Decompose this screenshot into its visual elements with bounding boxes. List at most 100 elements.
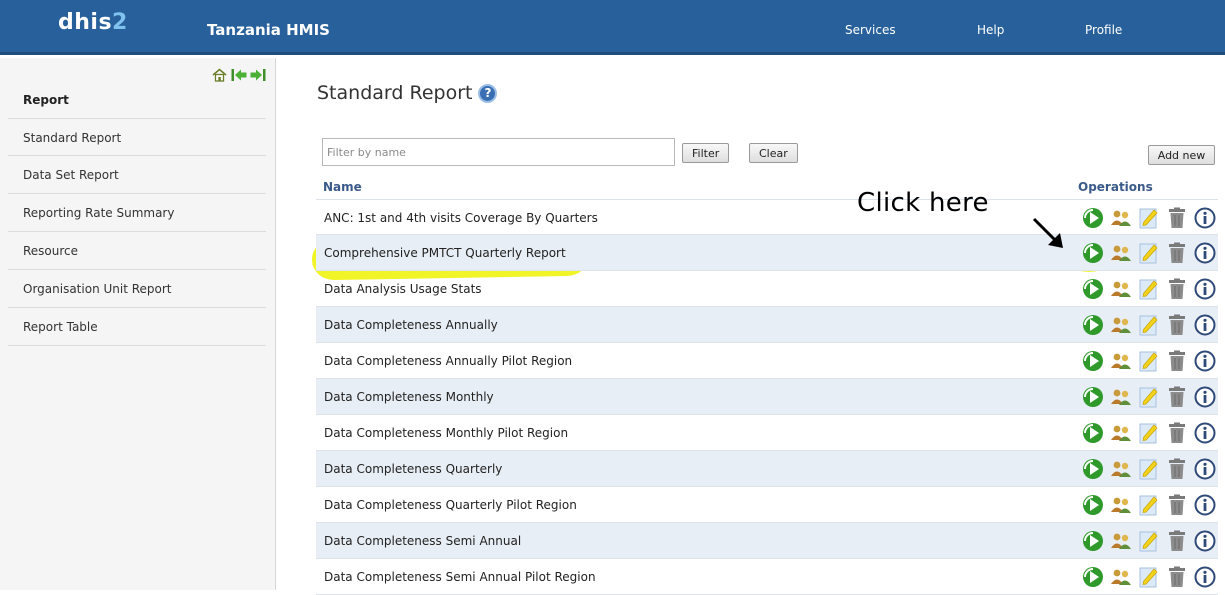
edit-icon[interactable] <box>1137 530 1160 553</box>
row-operations <box>1081 206 1216 230</box>
delete-icon[interactable] <box>1165 494 1188 517</box>
menu-help[interactable]: Help <box>977 23 1004 37</box>
report-name[interactable]: Data Analysis Usage Stats <box>324 271 482 307</box>
info-icon[interactable] <box>1193 494 1216 517</box>
filter-button[interactable]: Filter <box>682 143 730 163</box>
sidebar-nav-icons <box>211 67 266 83</box>
info-icon[interactable] <box>1193 458 1216 481</box>
delete-icon[interactable] <box>1165 386 1188 409</box>
sharing-icon[interactable] <box>1109 530 1132 553</box>
run-report-icon[interactable] <box>1081 386 1104 409</box>
info-icon[interactable] <box>1193 386 1216 409</box>
add-new-button[interactable]: Add new <box>1148 145 1215 165</box>
delete-icon[interactable] <box>1165 422 1188 445</box>
table-row[interactable]: Data Analysis Usage Stats <box>316 271 1218 307</box>
edit-icon[interactable] <box>1137 422 1160 445</box>
report-name[interactable]: Data Completeness Monthly Pilot Region <box>324 415 568 451</box>
delete-icon[interactable] <box>1165 350 1188 373</box>
sharing-icon[interactable] <box>1109 314 1132 337</box>
table-row[interactable]: Comprehensive PMTCT Quarterly Report <box>316 235 1218 271</box>
run-report-icon[interactable] <box>1081 422 1104 445</box>
sharing-icon[interactable] <box>1109 422 1132 445</box>
info-icon[interactable] <box>1193 566 1216 589</box>
report-name[interactable]: Data Completeness Quarterly Pilot Region <box>324 487 577 523</box>
delete-icon[interactable] <box>1165 458 1188 481</box>
report-name[interactable]: Data Completeness Quarterly <box>324 451 502 487</box>
sidebar-item-organisation-unit-report[interactable]: Organisation Unit Report <box>8 270 266 308</box>
report-name[interactable]: Comprehensive PMTCT Quarterly Report <box>324 235 566 271</box>
filter-by-name-input[interactable] <box>322 138 675 166</box>
run-report-icon[interactable] <box>1081 458 1104 481</box>
info-icon[interactable] <box>1193 278 1216 301</box>
row-operations <box>1081 385 1216 409</box>
sharing-icon[interactable] <box>1109 494 1132 517</box>
info-icon[interactable] <box>1193 207 1216 230</box>
run-report-icon[interactable] <box>1081 314 1104 337</box>
sidebar-item-report-table[interactable]: Report Table <box>8 308 266 346</box>
report-name[interactable]: Data Completeness Annually Pilot Region <box>324 343 572 379</box>
run-report-icon[interactable] <box>1081 566 1104 589</box>
info-icon[interactable] <box>1193 350 1216 373</box>
table-row[interactable]: Data Completeness Annually Pilot Region <box>316 343 1218 379</box>
edit-icon[interactable] <box>1137 386 1160 409</box>
sidebar-menu: Standard Report Data Set Report Reportin… <box>8 118 266 346</box>
dhis2-logo[interactable]: dhis2 <box>58 10 128 35</box>
edit-icon[interactable] <box>1137 494 1160 517</box>
sharing-icon[interactable] <box>1109 386 1132 409</box>
info-icon[interactable] <box>1193 242 1216 265</box>
table-row[interactable]: Data Completeness Quarterly <box>316 451 1218 487</box>
run-report-icon[interactable] <box>1081 207 1104 230</box>
edit-icon[interactable] <box>1137 207 1160 230</box>
report-name[interactable]: ANC: 1st and 4th visits Coverage By Quar… <box>324 200 598 236</box>
home-icon[interactable] <box>211 67 228 83</box>
sidebar-item-data-set-report[interactable]: Data Set Report <box>8 156 266 194</box>
sidebar-item-standard-report[interactable]: Standard Report <box>8 118 266 156</box>
annotation-arrow-icon <box>1032 217 1063 248</box>
sharing-icon[interactable] <box>1109 458 1132 481</box>
sidebar-item-resource[interactable]: Resource <box>8 232 266 270</box>
run-report-icon[interactable] <box>1081 350 1104 373</box>
info-icon[interactable] <box>1193 530 1216 553</box>
app-title: Tanzania HMIS <box>207 21 330 39</box>
clear-button[interactable]: Clear <box>749 143 798 163</box>
row-operations <box>1081 421 1216 445</box>
menu-services[interactable]: Services <box>845 23 896 37</box>
report-name[interactable]: Data Completeness Semi Annual <box>324 523 521 559</box>
sidebar-item-reporting-rate-summary[interactable]: Reporting Rate Summary <box>8 194 266 232</box>
forward-arrow-icon[interactable] <box>249 67 266 83</box>
delete-icon[interactable] <box>1165 314 1188 337</box>
sharing-icon[interactable] <box>1109 207 1132 230</box>
edit-icon[interactable] <box>1137 242 1160 265</box>
help-icon[interactable]: ? <box>478 83 498 103</box>
delete-icon[interactable] <box>1165 207 1188 230</box>
edit-icon[interactable] <box>1137 314 1160 337</box>
info-icon[interactable] <box>1193 422 1216 445</box>
table-row[interactable]: Data Completeness Quarterly Pilot Region <box>316 487 1218 523</box>
report-name[interactable]: Data Completeness Monthly <box>324 379 494 415</box>
run-report-icon[interactable] <box>1081 494 1104 517</box>
sharing-icon[interactable] <box>1109 350 1132 373</box>
info-icon[interactable] <box>1193 314 1216 337</box>
delete-icon[interactable] <box>1165 566 1188 589</box>
delete-icon[interactable] <box>1165 242 1188 265</box>
edit-icon[interactable] <box>1137 566 1160 589</box>
delete-icon[interactable] <box>1165 278 1188 301</box>
edit-icon[interactable] <box>1137 278 1160 301</box>
sharing-icon[interactable] <box>1109 242 1132 265</box>
table-row[interactable]: Data Completeness Annually <box>316 307 1218 343</box>
table-row[interactable]: ANC: 1st and 4th visits Coverage By Quar… <box>316 199 1218 235</box>
run-report-icon[interactable] <box>1081 278 1104 301</box>
menu-profile[interactable]: Profile <box>1085 23 1122 37</box>
report-name[interactable]: Data Completeness Annually <box>324 307 498 343</box>
edit-icon[interactable] <box>1137 458 1160 481</box>
table-row[interactable]: Data Completeness Semi Annual <box>316 523 1218 559</box>
sharing-icon[interactable] <box>1109 278 1132 301</box>
delete-icon[interactable] <box>1165 530 1188 553</box>
run-report-icon[interactable] <box>1081 530 1104 553</box>
edit-icon[interactable] <box>1137 350 1160 373</box>
back-arrow-icon[interactable] <box>230 67 247 83</box>
table-row[interactable]: Data Completeness Monthly Pilot Region <box>316 415 1218 451</box>
table-row[interactable]: Data Completeness Monthly <box>316 379 1218 415</box>
sharing-icon[interactable] <box>1109 566 1132 589</box>
run-report-icon[interactable] <box>1081 242 1104 265</box>
